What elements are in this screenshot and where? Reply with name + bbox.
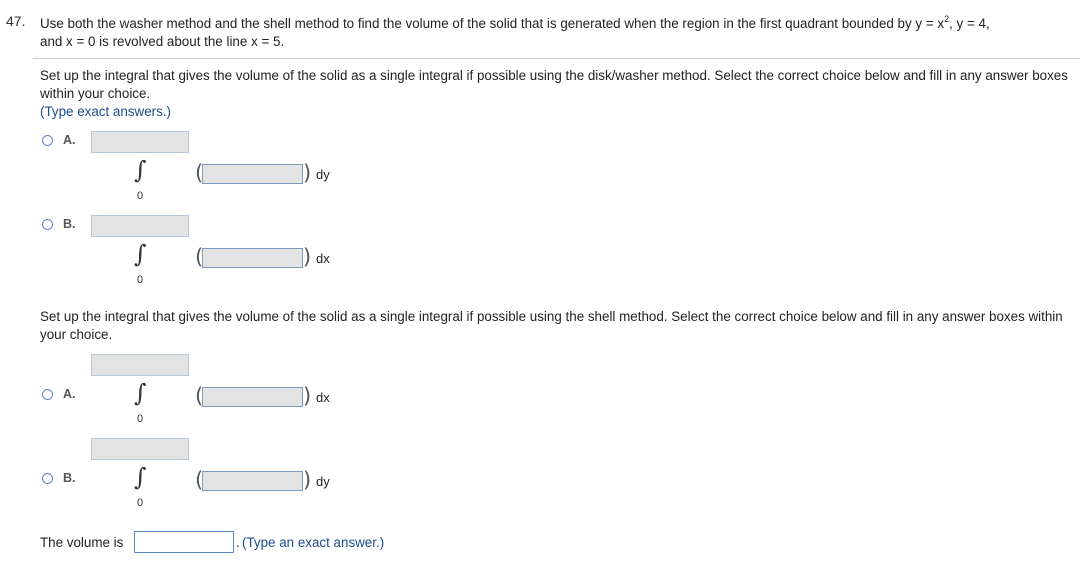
integral-sign-icon: ∫: [134, 240, 147, 268]
shell-option-b-radio[interactable]: [42, 473, 53, 484]
right-paren: ): [303, 384, 312, 408]
question-text-part2: , y = 4,: [949, 16, 990, 31]
shell-option-a-radio[interactable]: [42, 389, 53, 400]
integral-sign-icon: ∫: [134, 379, 147, 407]
washer-option-b-label: B.: [63, 217, 76, 231]
right-paren: ): [303, 161, 312, 185]
volume-label: The volume is: [40, 535, 124, 550]
shell-b-upper-limit-input[interactable]: [91, 438, 189, 460]
shell-b-integrand-input[interactable]: [202, 471, 303, 491]
washer-a-differential: dy: [316, 167, 330, 182]
washer-b-differential: dx: [316, 251, 330, 266]
right-paren: ): [303, 245, 312, 269]
shell-a-upper-limit-input[interactable]: [91, 354, 189, 376]
integral-sign-icon: ∫: [134, 463, 147, 491]
question-number: 47.: [6, 13, 26, 29]
question-text-part1: Use both the washer method and the shell…: [40, 16, 945, 31]
washer-instruction: Set up the integral that gives the volum…: [40, 68, 1068, 101]
shell-b-differential: dy: [316, 474, 330, 489]
washer-option-a-radio[interactable]: [42, 135, 53, 146]
shell-option-a-label: A.: [63, 387, 76, 401]
volume-answer-input[interactable]: [134, 531, 234, 553]
divider: [33, 58, 1080, 59]
washer-b-lower-limit: 0: [136, 274, 144, 286]
shell-a-integrand-input[interactable]: [202, 387, 303, 407]
shell-b-lower-limit: 0: [136, 497, 144, 509]
question-text-line2: and x = 0 is revolved about the line x =…: [40, 34, 285, 49]
exponent: 2: [944, 13, 950, 24]
washer-option-b-radio[interactable]: [42, 219, 53, 230]
washer-b-integrand-input[interactable]: [202, 248, 303, 268]
shell-option-b-label: B.: [63, 471, 76, 485]
shell-instruction: Set up the integral that gives the volum…: [40, 309, 1063, 342]
shell-a-differential: dx: [316, 390, 330, 405]
question-text: Use both the washer method and the shell…: [40, 13, 1070, 51]
washer-a-lower-limit: 0: [136, 190, 144, 202]
integral-sign-icon: ∫: [134, 156, 147, 184]
shell-a-lower-limit: 0: [136, 413, 144, 425]
washer-a-upper-limit-input[interactable]: [91, 131, 189, 153]
right-paren: ): [303, 468, 312, 492]
washer-a-integrand-input[interactable]: [202, 164, 303, 184]
washer-b-upper-limit-input[interactable]: [91, 215, 189, 237]
washer-hint: (Type exact answers.): [40, 104, 171, 119]
washer-option-a-label: A.: [63, 133, 76, 147]
volume-period: .: [236, 535, 240, 550]
volume-hint: (Type an exact answer.): [242, 535, 385, 550]
